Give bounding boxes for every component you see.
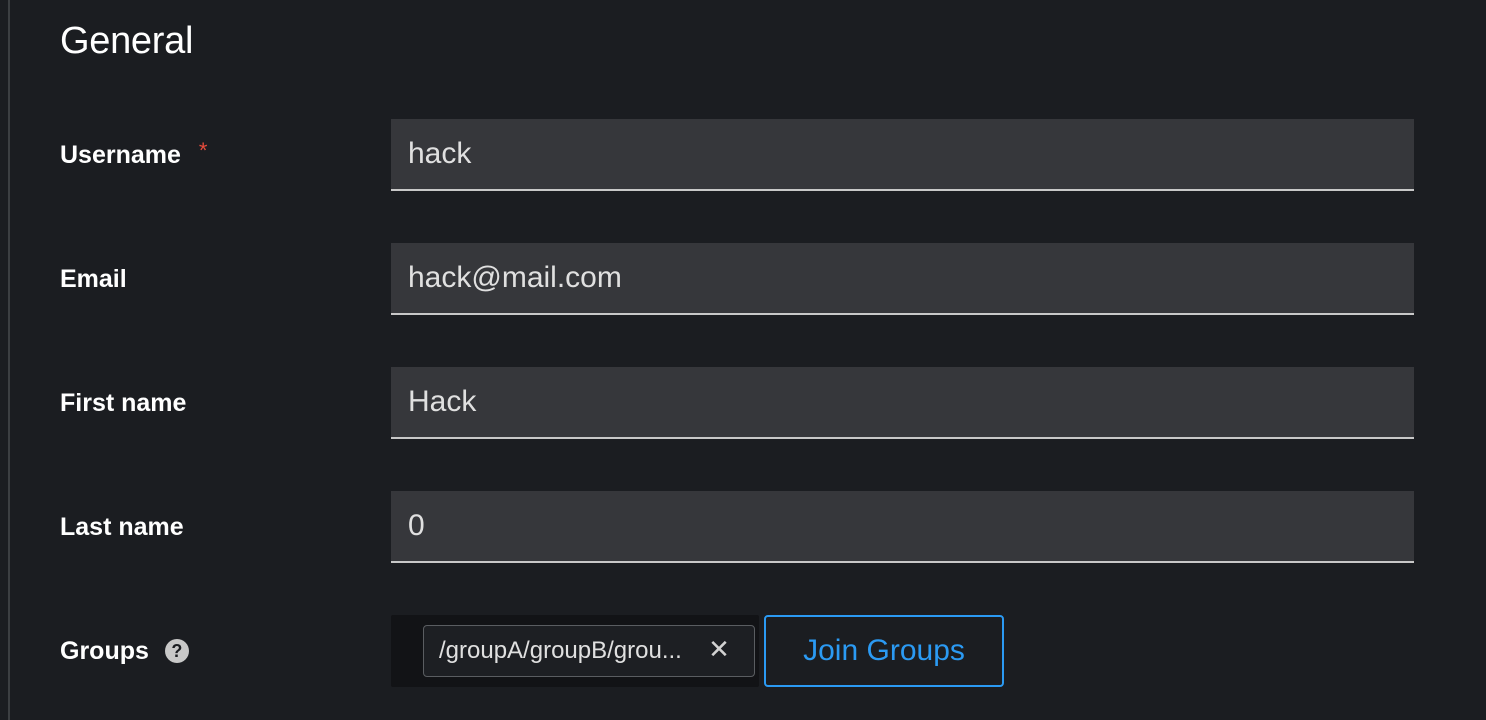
- close-icon[interactable]: ✕: [708, 634, 730, 664]
- username-input[interactable]: [391, 119, 1414, 191]
- email-row: Email: [0, 243, 1486, 315]
- groups-label: Groups ?: [60, 615, 189, 687]
- first-name-row: First name: [0, 367, 1486, 439]
- last-name-input[interactable]: [391, 491, 1414, 563]
- group-chip: /groupA/groupB/grou... ✕: [423, 625, 755, 677]
- section-title: General: [60, 20, 194, 62]
- groups-row: Groups ? /groupA/groupB/grou... ✕ Join G…: [0, 615, 1486, 687]
- required-indicator: *: [198, 138, 208, 163]
- group-chip-label: /groupA/groupB/grou...: [439, 637, 682, 664]
- last-name-label: Last name: [60, 512, 184, 541]
- username-label-text: Username: [60, 140, 181, 169]
- last-name-row: Last name: [0, 491, 1486, 563]
- groups-chip-group: /groupA/groupB/grou... ✕: [391, 615, 759, 687]
- left-divider: [8, 0, 10, 720]
- join-groups-button[interactable]: Join Groups: [764, 615, 1004, 687]
- email-label: Email: [60, 264, 127, 293]
- username-label: Username *: [60, 119, 207, 191]
- email-input[interactable]: [391, 243, 1414, 315]
- first-name-label: First name: [60, 388, 187, 417]
- question-circle-icon[interactable]: ?: [164, 639, 189, 663]
- user-details-page: General Username * Email First name Last…: [0, 0, 1486, 720]
- first-name-input[interactable]: [391, 367, 1414, 439]
- username-row: Username *: [0, 119, 1486, 191]
- groups-label-text: Groups: [60, 636, 149, 665]
